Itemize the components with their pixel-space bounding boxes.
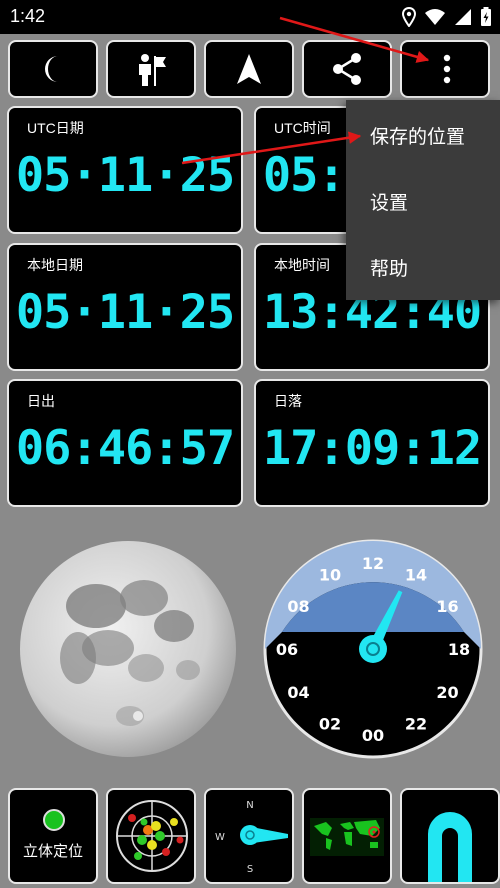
- dial-hour-label: 16: [436, 597, 458, 616]
- dial-hour-label: 02: [319, 715, 341, 734]
- stereo-positioning-button[interactable]: 立体定位: [8, 788, 98, 884]
- sun-dial-24h[interactable]: 12 14 16 18 20 22 00 02 04 06 08 10: [262, 538, 484, 760]
- dial-hour-label: 00: [362, 726, 384, 745]
- dial-hour-label: 18: [448, 640, 470, 659]
- compass-button[interactable]: N W S: [204, 788, 294, 884]
- dial-hour-label: 20: [436, 683, 458, 702]
- compass-s-label: S: [247, 864, 253, 875]
- world-map-icon: [310, 818, 384, 856]
- compass-icon: N W S: [215, 800, 288, 875]
- dial-hour-label: 14: [405, 566, 427, 585]
- dial-hour-label: 22: [405, 715, 427, 734]
- dial-hour-label: 06: [276, 640, 298, 659]
- dial-hour-label: 04: [287, 683, 309, 702]
- satellite-sky-button[interactable]: [106, 788, 196, 884]
- magnet-icon: [428, 812, 472, 882]
- satellite-radar-icon: [116, 800, 188, 872]
- stereo-positioning-label: 立体定位: [22, 842, 83, 860]
- annotation-arrow-saved: [181, 131, 362, 165]
- world-map-button[interactable]: [302, 788, 392, 884]
- dial-hour-label: 08: [287, 597, 309, 616]
- compass-w-label: W: [215, 832, 225, 843]
- moon-phase-image: [20, 541, 236, 757]
- dial-hour-label: 12: [362, 554, 384, 573]
- compass-n-label: N: [246, 800, 253, 811]
- green-status-dot: [43, 809, 65, 831]
- dial-hour-label: 10: [319, 566, 341, 585]
- annotation-arrow-menu: [279, 16, 430, 63]
- magnet-button[interactable]: [400, 788, 500, 884]
